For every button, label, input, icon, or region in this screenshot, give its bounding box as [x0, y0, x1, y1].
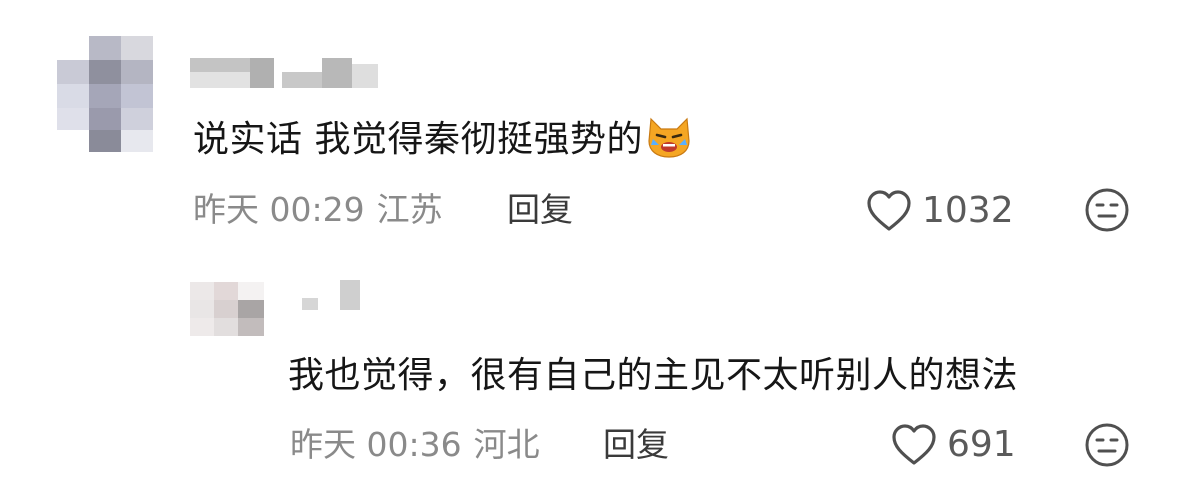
reply-button[interactable]: 回复: [603, 425, 669, 465]
avatar[interactable]: [57, 36, 153, 152]
comment-text-content: 说实话 我觉得秦彻挺强势的: [193, 119, 643, 160]
like-button[interactable]: 1032: [866, 189, 1014, 233]
comment-meta: 昨天 00:29 江苏: [193, 190, 455, 230]
reply-text: 我也觉得，很有自己的主见不太听别人的想法: [288, 355, 1019, 396]
heart-icon: [867, 190, 911, 231]
meh-face-icon[interactable]: [1084, 187, 1130, 233]
reply-meta: 昨天 00:36 河北: [290, 425, 552, 465]
reply-location: 河北: [473, 425, 540, 464]
heart-icon: [892, 424, 936, 465]
crying-cat-emoji-icon: [648, 117, 690, 158]
like-button[interactable]: 691: [891, 423, 1016, 467]
reply-button[interactable]: 回复: [507, 190, 573, 230]
meh-face-icon[interactable]: [1084, 422, 1130, 468]
username-blurred[interactable]: [190, 58, 400, 88]
like-count: 1032: [922, 190, 1014, 231]
comment-item: 说实话 我觉得秦彻挺强势的 昨天 00:29 江苏 回复 1032: [0, 0, 1179, 260]
like-count: 691: [947, 424, 1016, 465]
reply-item: 我也觉得，很有自己的主见不太听别人的想法 昨天 00:36 河北 回复 691: [0, 260, 1179, 498]
comment-text: 说实话 我觉得秦彻挺强势的: [193, 115, 693, 162]
comment-location: 江苏: [376, 190, 443, 229]
avatar[interactable]: [190, 282, 264, 336]
reply-time: 昨天 00:36: [290, 425, 462, 464]
comment-time: 昨天 00:29: [193, 190, 365, 229]
username-blurred[interactable]: [302, 280, 362, 310]
